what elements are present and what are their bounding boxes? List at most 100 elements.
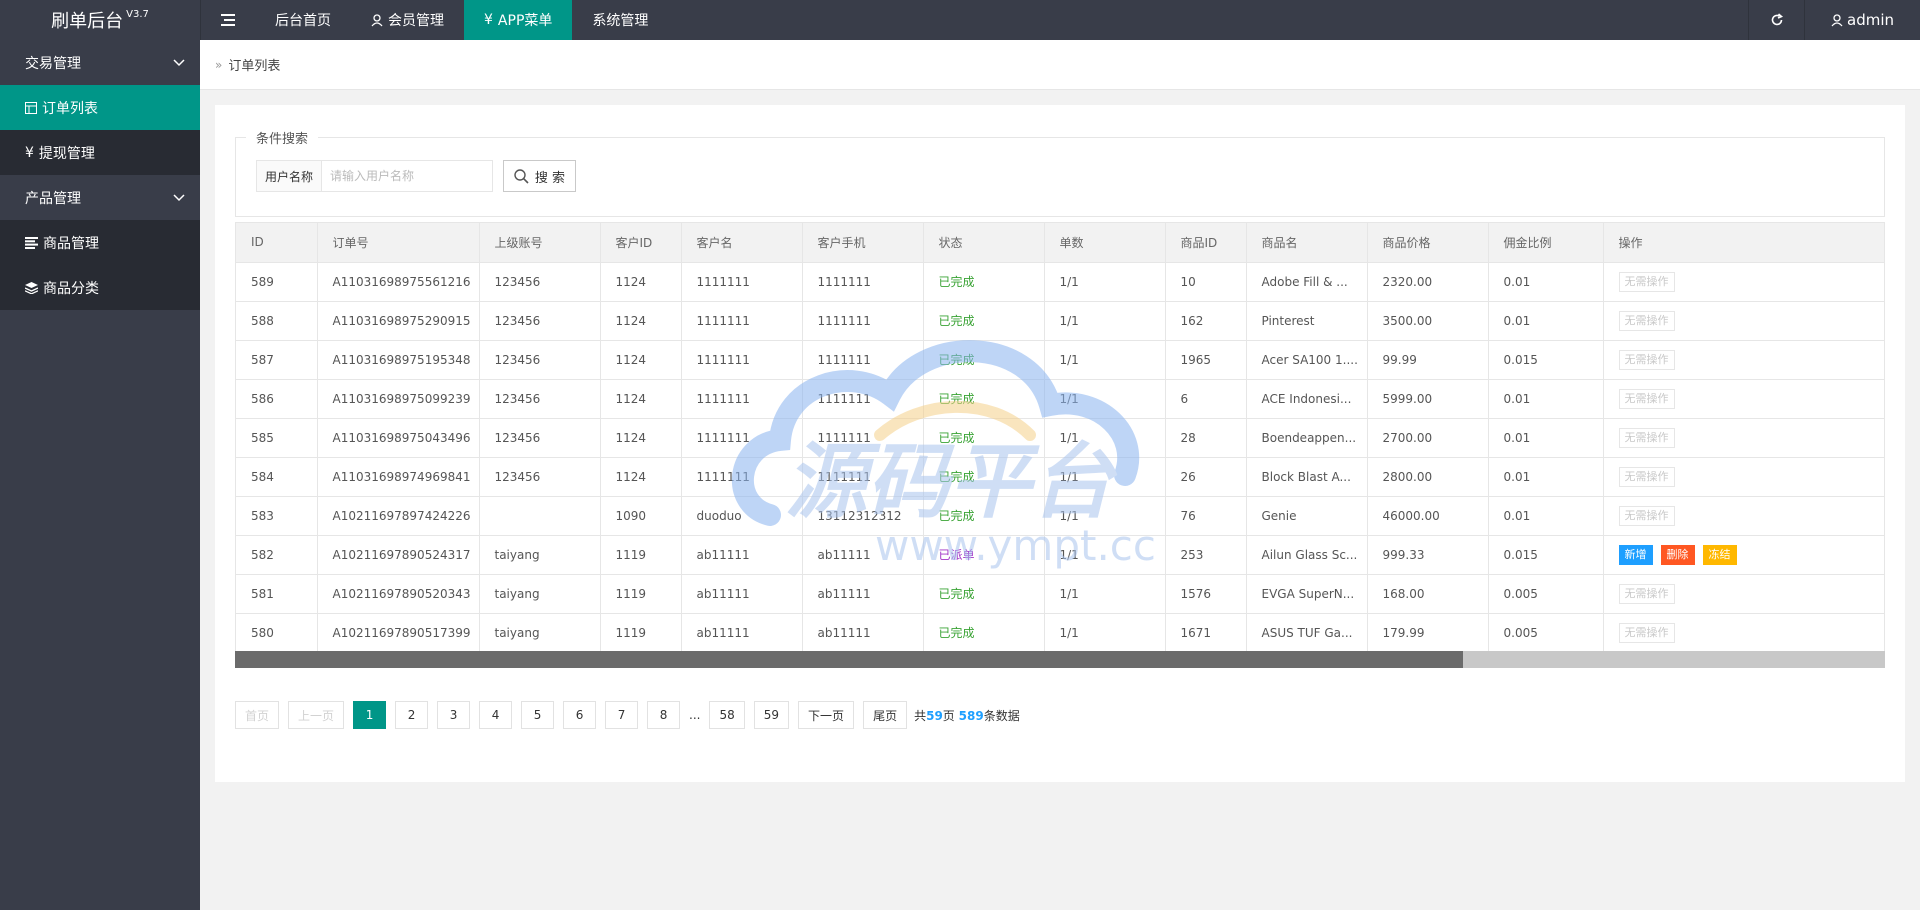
scrollbar-thumb[interactable] [235,651,1463,668]
page-button[interactable]: 5 [521,701,555,729]
page-button[interactable]: 58 [709,701,745,729]
page-button[interactable]: 59 [753,701,790,729]
cell-id: 584 [236,457,318,497]
cell-actions: 新增 删除 冻结 [1602,535,1884,575]
no-action-button: 无需操作 [1618,271,1675,292]
cell-actions: 无需操作 [1602,340,1884,380]
cell-status: 已完成 [923,457,1045,497]
user-name: admin [1847,11,1894,29]
cell-parent: 123456 [479,457,601,497]
orders-table-wrap: ID 订单号 上级账号 客户ID 客户名 客户手机 状态 单数 商品ID 商品名… [235,222,1885,660]
page-info-mid: 页 [942,708,955,723]
cell-rate: 0.015 [1488,340,1604,380]
cell-order: A11031698975099239 [317,379,480,419]
cell-status: 已完成 [923,379,1045,419]
nav-label: APP菜单 [497,13,553,29]
table-row: 588 A11031698975290915 123456 1124 1111111 11… [236,301,1884,341]
col-header: 客户名 [681,223,803,263]
breadcrumb: » 订单列表 [200,40,1920,90]
cell-count: 1/1 [1044,535,1166,575]
cell-cid: 1124 [600,262,682,302]
add-button[interactable]: 新增 [1618,544,1653,565]
sidebar-item-categories[interactable]: 商品分类 [0,265,200,310]
menu-toggle-button[interactable] [200,0,255,40]
cell-rate: 0.005 [1488,574,1604,614]
freeze-button[interactable]: 冻结 [1702,544,1737,565]
cell-pid: 76 [1165,496,1247,536]
sidebar-group-products[interactable]: 产品管理 [0,175,200,220]
col-header: 商品ID [1165,223,1247,263]
page-first-button[interactable]: 首页 [235,701,280,729]
cell-cid: 1119 [600,613,682,653]
nav-home[interactable]: 后台首页 [255,0,351,40]
no-action-button: 无需操作 [1618,388,1675,409]
orders-table: ID 订单号 上级账号 客户ID 客户名 客户手机 状态 单数 商品ID 商品名… [236,223,1884,653]
nav-label: 系统管理 [592,13,649,29]
delete-button[interactable]: 删除 [1660,544,1695,565]
table-body: 589 A11031698975561216 123456 1124 1111111 11… [236,262,1884,653]
page-next-button[interactable]: 下一页 [798,701,855,729]
table-row: 589 A11031698975561216 123456 1124 1111111 11… [236,262,1884,302]
cell-status: 已完成 [923,613,1045,653]
sidebar-group-trade[interactable]: 交易管理 [0,40,200,85]
sidebar-item-label: 商品分类 [43,280,99,297]
cell-pname: ASUS TUF Ga... [1246,613,1368,653]
cell-pid: 1671 [1165,613,1247,653]
no-action-button: 无需操作 [1618,466,1675,487]
header-right: admin [1748,0,1920,40]
page-button[interactable]: 4 [479,701,513,729]
cell-rate: 0.01 [1488,418,1604,458]
cell-order: A11031698975043496 [317,418,480,458]
sidebar-item-label: 订单列表 [42,100,98,117]
no-action-button: 无需操作 [1618,583,1675,604]
search-legend: 条件搜索 [246,128,319,147]
cell-status: 已完成 [923,340,1045,380]
cell-rate: 0.01 [1488,379,1604,419]
sidebar-item-withdraw[interactable]: ¥ 提现管理 [0,130,200,175]
page-button[interactable]: 8 [647,701,681,729]
app-logo[interactable]: 刷单后台 V3.7 [0,0,200,40]
page-button-current[interactable]: 1 [353,701,387,729]
username-input[interactable] [322,161,492,191]
nav-members[interactable]: 会员管理 [351,0,464,40]
cell-cname: 1111111 [681,418,803,458]
chevron-down-icon [173,58,185,66]
page-button[interactable]: 7 [605,701,639,729]
nav-system[interactable]: 系统管理 [572,0,668,40]
cell-parent [479,496,601,536]
cell-phone: ab11111 [802,613,924,653]
cell-rate: 0.01 [1488,457,1604,497]
refresh-icon [1771,13,1783,26]
cell-actions: 无需操作 [1602,418,1884,458]
horizontal-scrollbar[interactable] [235,651,1885,668]
sidebar-group-label: 交易管理 [25,55,81,72]
top-nav: 后台首页 会员管理 ¥ APP菜单 系统管理 [255,0,668,40]
user-menu-button[interactable]: admin [1804,0,1920,40]
cell-cname: ab11111 [681,574,803,614]
col-header: ID [236,223,318,263]
page-prev-button[interactable]: 上一页 [288,701,345,729]
cell-pname: Genie [1246,496,1368,536]
nav-app-menu[interactable]: ¥ APP菜单 [464,0,573,40]
cell-status: 已完成 [923,574,1045,614]
sidebar-item-goods[interactable]: 商品管理 [0,220,200,265]
cell-cname: duoduo [681,496,803,536]
cell-order: A10211697890524317 [317,535,480,575]
refresh-button[interactable] [1748,0,1804,40]
table-row: 580 A10211697890517399 taiyang 1119 ab11111 a… [236,613,1884,653]
cell-price: 179.99 [1367,613,1489,653]
cell-parent: taiyang [479,613,601,653]
page-button[interactable]: 6 [563,701,597,729]
cell-price: 168.00 [1367,574,1489,614]
cell-parent: 123456 [479,340,601,380]
no-action-button: 无需操作 [1618,505,1675,526]
search-button[interactable]: 搜 索 [503,160,576,192]
page-button[interactable]: 2 [395,701,429,729]
page-info-suffix: 条数据 [983,708,1020,723]
cell-pname: EVGA SuperN... [1246,574,1368,614]
page-last-button[interactable]: 尾页 [863,701,908,729]
page-button[interactable]: 3 [437,701,471,729]
cell-cname: 1111111 [681,457,803,497]
cell-status: 已派单 [923,535,1045,575]
sidebar-item-orders[interactable]: 订单列表 [0,85,200,130]
